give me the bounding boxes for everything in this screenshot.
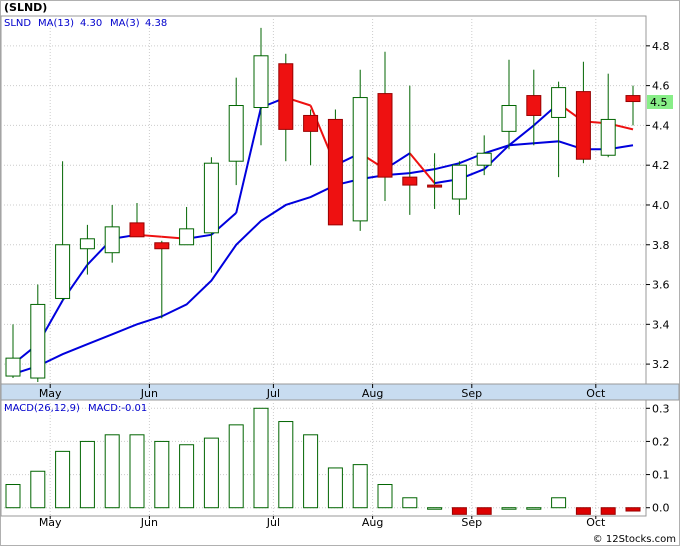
candle-body xyxy=(526,95,542,116)
macd-bar xyxy=(228,424,244,509)
chart-title: (SLND) xyxy=(4,1,47,14)
macd-bar xyxy=(129,434,145,509)
macd-bar xyxy=(278,421,294,509)
macd-bar xyxy=(179,444,195,509)
candle-body xyxy=(278,63,294,130)
candle-body xyxy=(104,226,120,254)
macd-bar xyxy=(451,507,467,515)
price-x-tick-label: Sep xyxy=(461,387,482,400)
candle-body xyxy=(154,242,170,250)
candle-body xyxy=(551,87,567,118)
candle xyxy=(327,109,343,226)
macd-x-tick-label: Jun xyxy=(140,516,158,529)
macd-bar xyxy=(551,497,567,509)
macd-bar xyxy=(352,464,368,509)
candle-body xyxy=(179,228,195,246)
macd-bar xyxy=(476,507,492,515)
macd-bar xyxy=(402,497,418,509)
price-y-tick-label: 3.6 xyxy=(652,279,670,292)
macd-bar xyxy=(377,484,393,509)
macd-y-tick-label: 0.3 xyxy=(652,402,670,415)
macd-bar xyxy=(5,484,21,509)
candle-body xyxy=(30,303,46,379)
legend-symbol: SLND xyxy=(4,18,31,29)
candle-body xyxy=(476,152,492,166)
candle-body xyxy=(451,164,467,200)
candle-body xyxy=(575,91,591,160)
candle-body xyxy=(625,95,641,103)
candle-body xyxy=(600,118,616,156)
price-y-tick-label: 3.4 xyxy=(652,318,670,331)
candle-body xyxy=(203,162,219,234)
candle-body xyxy=(327,118,343,226)
watermark: © 12Stocks.com xyxy=(593,534,676,545)
macd-y-tick-label: 0.0 xyxy=(652,502,670,515)
macd-x-tick-label: May xyxy=(39,516,62,529)
price-x-tick-label: Jul xyxy=(266,387,280,400)
candle-body xyxy=(427,184,443,188)
macd-bar xyxy=(625,507,641,512)
candle-body xyxy=(228,105,244,162)
macd-x-tick-label: Oct xyxy=(586,516,606,529)
price-y-tick-label: 4.0 xyxy=(652,199,670,212)
macd-x-tick-label: Sep xyxy=(461,516,482,529)
macd-y-tick-label: 0.2 xyxy=(652,435,670,448)
macd-bar xyxy=(327,467,343,509)
stock-chart-widget: 3.2 3.4 3.6 3.8 4.0 4.2 4.4 4.6 4.8 May Jun Jul Aug… xyxy=(0,0,680,546)
candle-body xyxy=(5,357,21,377)
price-y-tick-label: 4.2 xyxy=(652,159,670,172)
macd-bar xyxy=(575,507,591,515)
legend-ma3-label: MA(3) xyxy=(110,18,140,29)
candle-body xyxy=(129,222,145,238)
macd-x-tick-label: Aug xyxy=(362,516,383,529)
candle-body xyxy=(253,55,269,109)
legend-ma13-label: MA(13) xyxy=(38,18,74,29)
price-x-tick-label: May xyxy=(39,387,62,400)
last-price-tag-label: 4.5 xyxy=(650,96,668,109)
macd-bar xyxy=(253,407,269,509)
price-x-tick-label: Oct xyxy=(586,387,606,400)
price-y-tick-label: 4.6 xyxy=(652,80,670,93)
macd-bar xyxy=(104,434,120,509)
macd-panel xyxy=(0,399,647,517)
macd-bar xyxy=(79,440,95,509)
candle-body xyxy=(303,114,319,132)
candle-body xyxy=(79,238,95,250)
macd-bar xyxy=(303,434,319,509)
price-y-tick-label: 3.8 xyxy=(652,239,670,252)
candle-body xyxy=(352,97,368,222)
macd-bar xyxy=(600,507,616,515)
macd-legend-value: MACD:-0.01 xyxy=(88,403,147,414)
macd-bar xyxy=(55,450,71,509)
macd-bar xyxy=(427,507,443,510)
candle-body xyxy=(501,105,517,132)
candle-body xyxy=(55,244,71,299)
candle-body xyxy=(402,176,418,186)
macd-bar xyxy=(30,470,46,509)
chart-canvas: 3.2 3.4 3.6 3.8 4.0 4.2 4.4 4.6 4.8 May Jun Jul Aug… xyxy=(0,0,680,546)
legend-ma13-value: 4.30 xyxy=(80,18,102,29)
price-x-tick-label: Aug xyxy=(362,387,383,400)
price-y-tick-label: 4.4 xyxy=(652,119,670,132)
legend-ma3-value: 4.38 xyxy=(145,18,167,29)
macd-y-tick-label: 0.1 xyxy=(652,469,670,482)
macd-bar xyxy=(154,440,170,509)
price-x-tick-label: Jun xyxy=(140,387,158,400)
macd-bar xyxy=(526,507,542,510)
price-y-tick-label: 3.2 xyxy=(652,358,670,371)
candle-body xyxy=(377,93,393,178)
price-panel xyxy=(0,15,647,385)
date-axis-band xyxy=(0,383,680,401)
macd-bar xyxy=(203,437,219,509)
macd-bar xyxy=(501,507,517,510)
macd-legend-label: MACD(26,12,9) xyxy=(4,403,80,414)
price-y-tick-label: 4.8 xyxy=(652,40,670,53)
macd-x-tick-label: Jul xyxy=(266,516,280,529)
